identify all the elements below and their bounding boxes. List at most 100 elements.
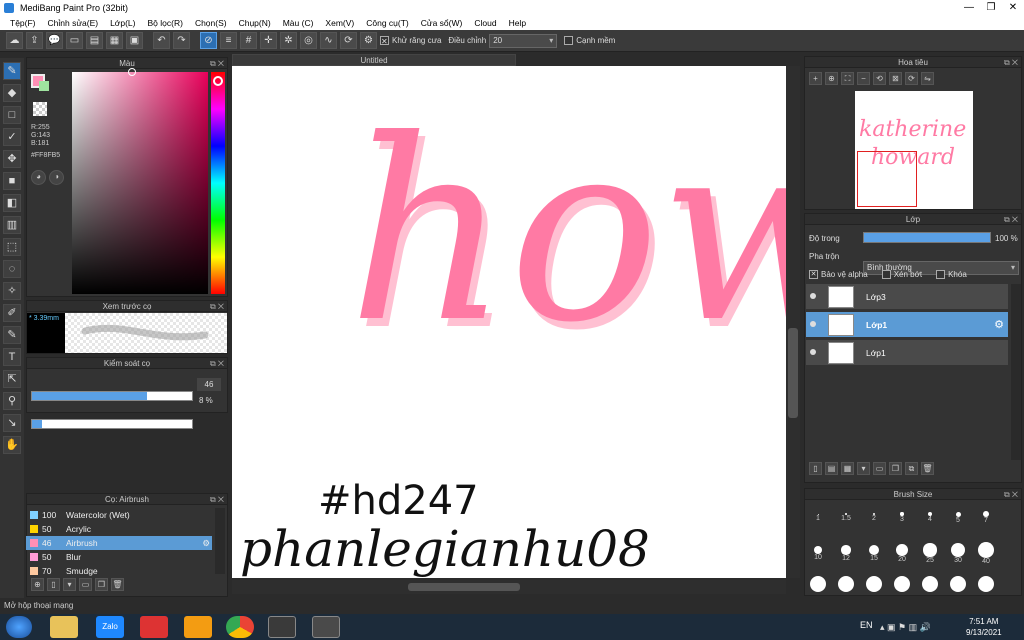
brush-settings-icon[interactable]: ⚙	[202, 536, 210, 550]
file-explorer-icon[interactable]	[50, 616, 78, 638]
visibility-icon[interactable]	[810, 321, 816, 327]
brush-size-option[interactable]: 20	[888, 540, 916, 563]
page-icon[interactable]: ▤	[86, 32, 103, 49]
new-brush-icon[interactable]: ▯	[47, 578, 60, 591]
layer-opacity-slider[interactable]	[863, 232, 991, 243]
eyedropper-tool-icon[interactable]: ⚲	[3, 392, 21, 410]
clock-time[interactable]: 7:51 AM	[966, 616, 1002, 627]
brush-opacity-slider[interactable]	[31, 419, 193, 429]
panel-close-icon[interactable]: ⧉ ✕	[1004, 214, 1018, 225]
brush-size-option[interactable]: 2	[860, 504, 888, 526]
canvas-horizontal-scrollbar[interactable]	[232, 580, 786, 594]
brush-size-option[interactable]: 30	[944, 540, 972, 564]
transparent-swatch[interactable]	[33, 102, 47, 116]
select-eraser-tool-icon[interactable]: ✎	[3, 326, 21, 344]
visibility-icon[interactable]	[810, 349, 816, 355]
panel-icon[interactable]: ▣	[126, 32, 143, 49]
palette-icon[interactable]: ◕	[31, 170, 46, 185]
zoom-out-icon[interactable]: −	[857, 72, 870, 85]
menu-item[interactable]: Màu (C)	[277, 16, 320, 30]
add-brush-icon[interactable]: ⊕	[31, 578, 44, 591]
brush-size-option[interactable]	[916, 576, 944, 598]
brush-size-option[interactable]: 7	[972, 504, 1000, 526]
language-indicator[interactable]: EN	[860, 620, 873, 630]
maximize-button[interactable]: ❐	[980, 0, 1002, 16]
eraser-tool-icon[interactable]: ◆	[3, 84, 21, 102]
saturation-value-picker[interactable]	[72, 72, 208, 294]
color-picker-icon[interactable]: ◑	[49, 170, 64, 185]
menu-item[interactable]: Chỉnh sửa(E)	[42, 16, 105, 30]
brush-size-option[interactable]: 5	[944, 504, 972, 526]
reset-view-icon[interactable]: ⊠	[889, 72, 902, 85]
panel-close-icon[interactable]: ⧉ ✕	[210, 358, 224, 369]
menu-item[interactable]: Cửa sổ(W)	[415, 16, 469, 30]
hue-cursor[interactable]	[213, 76, 223, 86]
operation-tool-icon[interactable]: ⇱	[3, 370, 21, 388]
brush-size-option[interactable]: 3	[888, 504, 916, 526]
brush-size-slider[interactable]	[31, 391, 193, 401]
fill-rect-tool-icon[interactable]: ■	[3, 172, 21, 190]
layer-menu-icon[interactable]: ▾	[857, 462, 870, 475]
duplicate-icon[interactable]: ❐	[95, 578, 108, 591]
select-pen-tool-icon[interactable]: ✐	[3, 304, 21, 322]
curve-snap-icon[interactable]: ∿	[320, 32, 337, 49]
zalo-icon[interactable]: Zalo	[96, 616, 124, 638]
new-layer-icon[interactable]: ▯	[809, 462, 822, 475]
app-icon-red[interactable]	[140, 616, 168, 638]
folder-icon[interactable]: ▭	[79, 578, 92, 591]
tab-untitled[interactable]: Untitled	[232, 54, 516, 66]
start-button[interactable]	[6, 616, 32, 638]
brush-opacity-value[interactable]: 8 %	[199, 396, 213, 405]
visibility-icon[interactable]	[810, 293, 816, 299]
gradient-tool-icon[interactable]: ▥	[3, 216, 21, 234]
no-snap-icon[interactable]: ⊘	[200, 32, 217, 49]
brush-list-item[interactable]: 50 Acrylic	[26, 522, 212, 536]
close-button[interactable]: ✕	[1002, 0, 1024, 16]
protect-alpha-checkbox[interactable]: ✕ Bảo vệ alpha	[809, 270, 868, 280]
rotate-left-icon[interactable]: ⟲	[873, 72, 886, 85]
layer-row[interactable]: Lớp3	[806, 284, 1008, 310]
clip-checkbox[interactable]: Xén bớt	[881, 270, 922, 280]
layer-row[interactable]: Lớp1 ⚙	[806, 312, 1008, 338]
brush-size-option[interactable]	[972, 576, 1000, 598]
brush-tool-icon[interactable]: ✎	[3, 62, 21, 80]
new-halftone-layer-icon[interactable]: ▤	[825, 462, 838, 475]
brush-size-option[interactable]	[888, 576, 916, 598]
move-tool-icon[interactable]: ✥	[3, 150, 21, 168]
menu-item[interactable]: Xem(V)	[319, 16, 360, 30]
panel-close-icon[interactable]: ⧉ ✕	[1004, 57, 1018, 68]
navigator-preview[interactable]: katherine howard	[855, 91, 973, 209]
layer-folder-icon[interactable]: ▭	[873, 462, 886, 475]
medibang-icon[interactable]	[312, 616, 340, 638]
brush-size-value[interactable]: 46	[197, 378, 221, 391]
canvas-vertical-scrollbar[interactable]	[786, 66, 800, 578]
brush-menu-icon[interactable]: ▾	[63, 578, 76, 591]
menu-item[interactable]: Chọn(S)	[189, 16, 233, 30]
menu-item[interactable]: Bộ lọc(R)	[142, 16, 189, 30]
menu-item[interactable]: Tệp(F)	[4, 16, 42, 30]
brush-size-option[interactable]: 10	[804, 540, 832, 562]
comment-icon[interactable]: 💬	[46, 32, 63, 49]
chat-icon[interactable]: ▭	[66, 32, 83, 49]
brush-size-option[interactable]	[860, 576, 888, 598]
delete-layer-icon[interactable]: 🗑	[921, 462, 934, 475]
delete-brush-icon[interactable]: 🗑	[111, 578, 124, 591]
system-tray-icons[interactable]: ▴ ▣ ⚑ ▥ 🔊	[880, 622, 931, 633]
zoom-in-icon[interactable]: +	[809, 72, 822, 85]
rotate-icon[interactable]: ⟳	[340, 32, 357, 49]
brush-size-option[interactable]	[944, 576, 972, 598]
hue-slider[interactable]	[211, 72, 225, 294]
brush-size-option[interactable]: 40	[972, 540, 1000, 565]
layer-settings-icon[interactable]: ⚙	[994, 318, 1004, 331]
select-tool-icon[interactable]: ⬚	[3, 238, 21, 256]
brush-size-option[interactable]: 15	[860, 540, 888, 562]
parallel-snap-icon[interactable]: ≡	[220, 32, 237, 49]
panel-close-icon[interactable]: ⧉ ✕	[210, 58, 224, 69]
zoom-icon[interactable]: ⊕	[825, 72, 838, 85]
pen-tool-icon[interactable]: ✓	[3, 128, 21, 146]
grid-icon[interactable]: ▦	[106, 32, 123, 49]
rotate-right-icon[interactable]: ⟳	[905, 72, 918, 85]
rectangle-tool-icon[interactable]: □	[3, 106, 21, 124]
dropper-tool-icon[interactable]: ↘	[3, 414, 21, 432]
background-swatch[interactable]	[39, 81, 49, 91]
